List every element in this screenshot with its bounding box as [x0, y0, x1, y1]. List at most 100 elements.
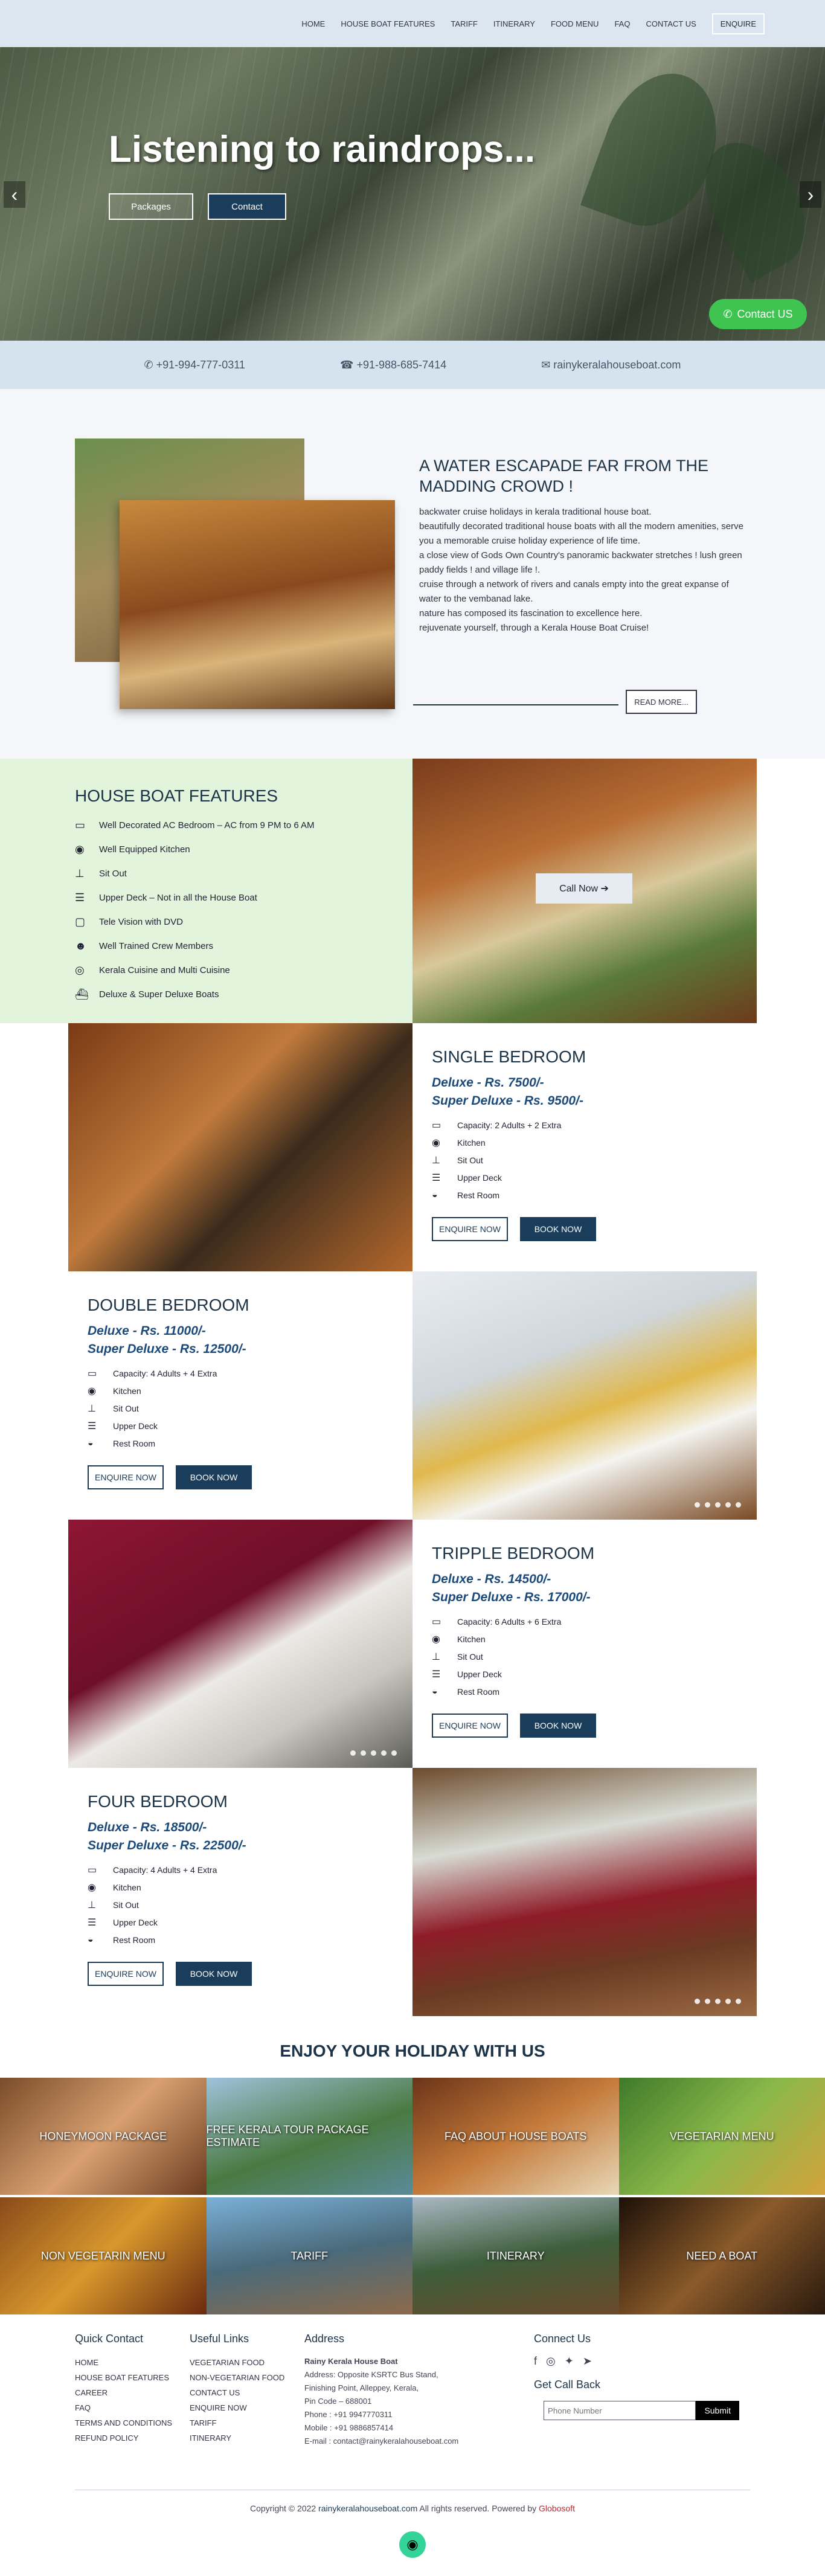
footer-link[interactable]: CAREER	[75, 2385, 190, 2400]
package-grid: HONEYMOON PACKAGE FREE KERALA TOUR PACKA…	[0, 2078, 825, 2314]
amenity-label: Kitchen	[113, 1883, 141, 1892]
amenity-item: ◒Rest Room	[432, 1683, 757, 1700]
amenity-label: Rest Room	[457, 1687, 499, 1697]
deck-icon: ☰	[432, 1668, 445, 1680]
tile-honeymoon[interactable]: HONEYMOON PACKAGE	[0, 2078, 207, 2195]
tile-tariff[interactable]: TARIFF	[207, 2197, 413, 2314]
room-image	[412, 1271, 757, 1520]
ac-icon: ▭	[75, 819, 89, 832]
slider-dots[interactable]	[690, 1999, 741, 2004]
tile-label: NEED A BOAT	[686, 2250, 757, 2263]
nav-faq[interactable]: FAQ	[614, 19, 630, 28]
feature-label: Tele Vision with DVD	[99, 917, 183, 927]
phone2-text: +91-988-685-7414	[356, 359, 446, 371]
footer-link[interactable]: REFUND POLICY	[75, 2430, 190, 2446]
tile-tour-estimate[interactable]: FREE KERALA TOUR PACKAGE ESTIMATE	[207, 2078, 413, 2195]
call-now-button[interactable]: Call Now ➔	[536, 873, 632, 904]
about-line: nature has composed its fascination to e…	[419, 606, 745, 621]
enquire-now-button[interactable]: ENQUIRE NOW	[432, 1217, 508, 1241]
footer-link[interactable]: ITINERARY	[190, 2430, 304, 2446]
footer-link[interactable]: NON-VEGETARIAN FOOD	[190, 2370, 304, 2385]
phone1-link[interactable]: ✆ +91-994-777-0311	[144, 359, 245, 371]
whatsapp-button[interactable]: ✆Contact US	[709, 299, 807, 329]
room-info: FOUR BEDROOM Deluxe - Rs. 18500/- Super …	[68, 1768, 412, 2016]
amenity-label: Sit Out	[457, 1652, 483, 1662]
address-line: Finishing Point, Alleppey, Kerala,	[304, 2382, 534, 2395]
tile-nonveg-menu[interactable]: NON VEGETARIN MENU	[0, 2197, 207, 2314]
contact-button[interactable]: Contact	[208, 193, 286, 220]
phone-number-input[interactable]	[544, 2401, 696, 2420]
enquire-now-button[interactable]: ENQUIRE NOW	[88, 1465, 164, 1489]
enquire-now-button[interactable]: ENQUIRE NOW	[432, 1714, 508, 1738]
packages-button[interactable]: Packages	[109, 193, 193, 220]
houseboat-interior-image	[120, 500, 395, 709]
prev-slide-icon[interactable]: ‹	[4, 181, 25, 208]
book-now-button[interactable]: BOOK NOW	[520, 1714, 596, 1738]
about-section: A WATER ESCAPADE FAR FROM THE MADDING CR…	[0, 389, 825, 759]
tile-itinerary[interactable]: ITINERARY	[412, 2197, 619, 2314]
footer-link[interactable]: CONTACT US	[190, 2385, 304, 2400]
enquire-now-button[interactable]: ENQUIRE NOW	[88, 1962, 164, 1986]
features-title: HOUSE BOAT FEATURES	[75, 786, 412, 806]
telegram-icon[interactable]: ➤	[583, 2355, 592, 2367]
read-more-button[interactable]: READ MORE...	[626, 690, 697, 714]
restroom-icon: ◒	[88, 1438, 101, 1449]
submit-button[interactable]: Submit	[696, 2401, 739, 2420]
nav-home[interactable]: HOME	[301, 19, 325, 28]
amenity-label: Upper Deck	[457, 1669, 502, 1679]
tile-veg-menu[interactable]: VEGETARIAN MENU	[619, 2078, 825, 2195]
nav-contact[interactable]: CONTACT US	[646, 19, 696, 28]
email-link[interactable]: ✉ rainykeralahouseboat.com	[541, 359, 681, 371]
twitter-icon[interactable]: ✦	[565, 2355, 574, 2367]
callback-title: Get Call Back	[534, 2378, 739, 2391]
tile-need-boat[interactable]: NEED A BOAT	[619, 2197, 825, 2314]
deck-icon: ☰	[432, 1172, 445, 1184]
facebook-icon[interactable]: f	[534, 2355, 537, 2367]
amenity-label: Rest Room	[457, 1190, 499, 1200]
tripadvisor-icon[interactable]: ◉	[399, 2531, 426, 2558]
connect-col: Connect Us f ◎ ✦ ➤ Get Call Back Submit	[534, 2333, 739, 2490]
nav-food-menu[interactable]: FOOD MENU	[551, 19, 599, 28]
book-now-button[interactable]: BOOK NOW	[176, 1465, 252, 1489]
footer-link[interactable]: FAQ	[75, 2400, 190, 2415]
footer-link[interactable]: HOUSE BOAT FEATURES	[75, 2370, 190, 2385]
tile-faq[interactable]: FAQ ABOUT HOUSE BOATS	[412, 2078, 619, 2195]
super-deluxe-price: Super Deluxe - Rs. 22500/-	[88, 1837, 412, 1855]
nav-itinerary[interactable]: ITINERARY	[493, 19, 535, 28]
slider-dots[interactable]	[690, 1502, 741, 1508]
kitchen-icon: ◉	[88, 1881, 101, 1893]
room-info: DOUBLE BEDROOM Deluxe - Rs. 11000/- Supe…	[68, 1271, 412, 1520]
amenity-item: ◉Kitchen	[88, 1382, 412, 1399]
copyright-text: All rights reserved. Powered by	[419, 2504, 536, 2513]
room-image	[412, 1768, 757, 2016]
useful-links-col: Useful Links VEGETARIAN FOOD NON-VEGETAR…	[190, 2333, 304, 2490]
footer-link[interactable]: VEGETARIAN FOOD	[190, 2355, 304, 2370]
crew-icon: ☻	[75, 940, 89, 952]
slider-dots[interactable]	[345, 1750, 397, 1756]
phone2-link[interactable]: ☎ +91-988-685-7414	[340, 359, 446, 371]
footer-link[interactable]: ENQUIRE NOW	[190, 2400, 304, 2415]
nav-enquire-button[interactable]: ENQUIRE	[712, 13, 765, 34]
nav-features[interactable]: HOUSE BOAT FEATURES	[341, 19, 435, 28]
footer-link[interactable]: HOME	[75, 2355, 190, 2370]
amenity-item: ⊥Sit Out	[88, 1399, 412, 1417]
address-title: Address	[304, 2333, 534, 2345]
room-title: FOUR BEDROOM	[88, 1792, 412, 1811]
chair-icon: ⊥	[432, 1154, 445, 1166]
feature-item: ▢Tele Vision with DVD	[75, 910, 412, 934]
footer-link[interactable]: TERMS AND CONDITIONS	[75, 2415, 190, 2430]
book-now-button[interactable]: BOOK NOW	[520, 1217, 596, 1241]
company-name: Rainy Kerala House Boat	[304, 2357, 398, 2366]
next-slide-icon[interactable]: ›	[800, 181, 821, 208]
site-link[interactable]: rainykeralahouseboat.com	[318, 2504, 417, 2513]
powered-by-link[interactable]: Globosoft	[539, 2504, 575, 2513]
amenity-label: Upper Deck	[457, 1173, 502, 1183]
footer-link[interactable]: TARIFF	[190, 2415, 304, 2430]
room-four: FOUR BEDROOM Deluxe - Rs. 18500/- Super …	[68, 1768, 757, 2016]
nav-tariff[interactable]: TARIFF	[451, 19, 478, 28]
room-double: DOUBLE BEDROOM Deluxe - Rs. 11000/- Supe…	[68, 1271, 757, 1520]
book-now-button[interactable]: BOOK NOW	[176, 1962, 252, 1986]
tile-label: FAQ ABOUT HOUSE BOATS	[445, 2130, 586, 2143]
instagram-icon[interactable]: ◎	[546, 2355, 556, 2367]
amenity-item: ◉Kitchen	[432, 1630, 757, 1648]
